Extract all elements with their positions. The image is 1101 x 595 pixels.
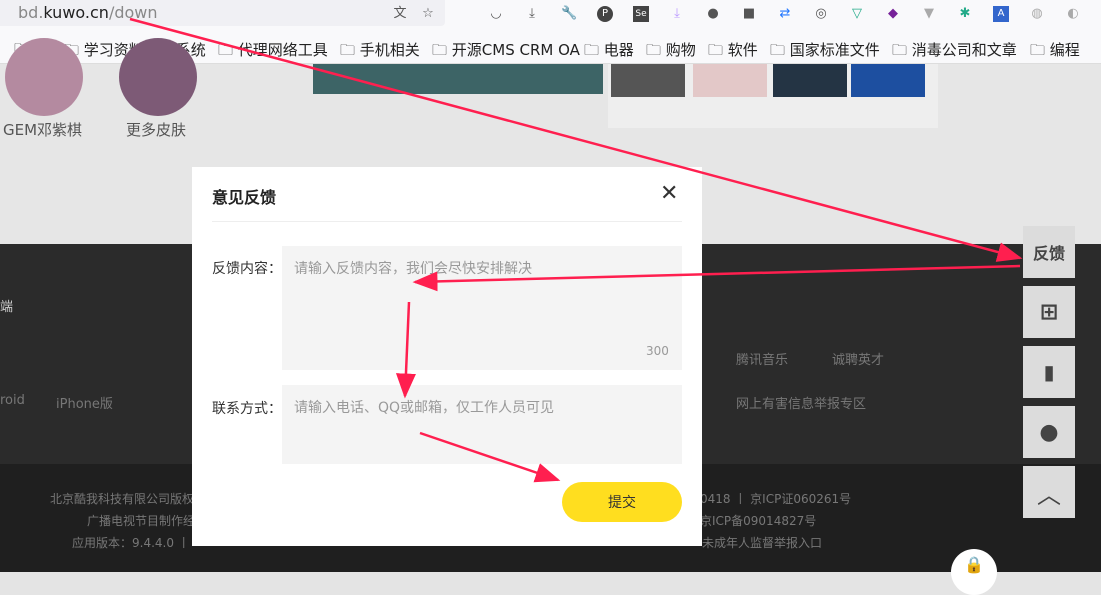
annotation-arrow [395, 301, 416, 399]
annotation-arrows [129, 17, 1023, 483]
annotation-arrow [129, 17, 1023, 262]
annotation-arrow [419, 431, 561, 483]
annotation-arrow [412, 264, 1021, 292]
